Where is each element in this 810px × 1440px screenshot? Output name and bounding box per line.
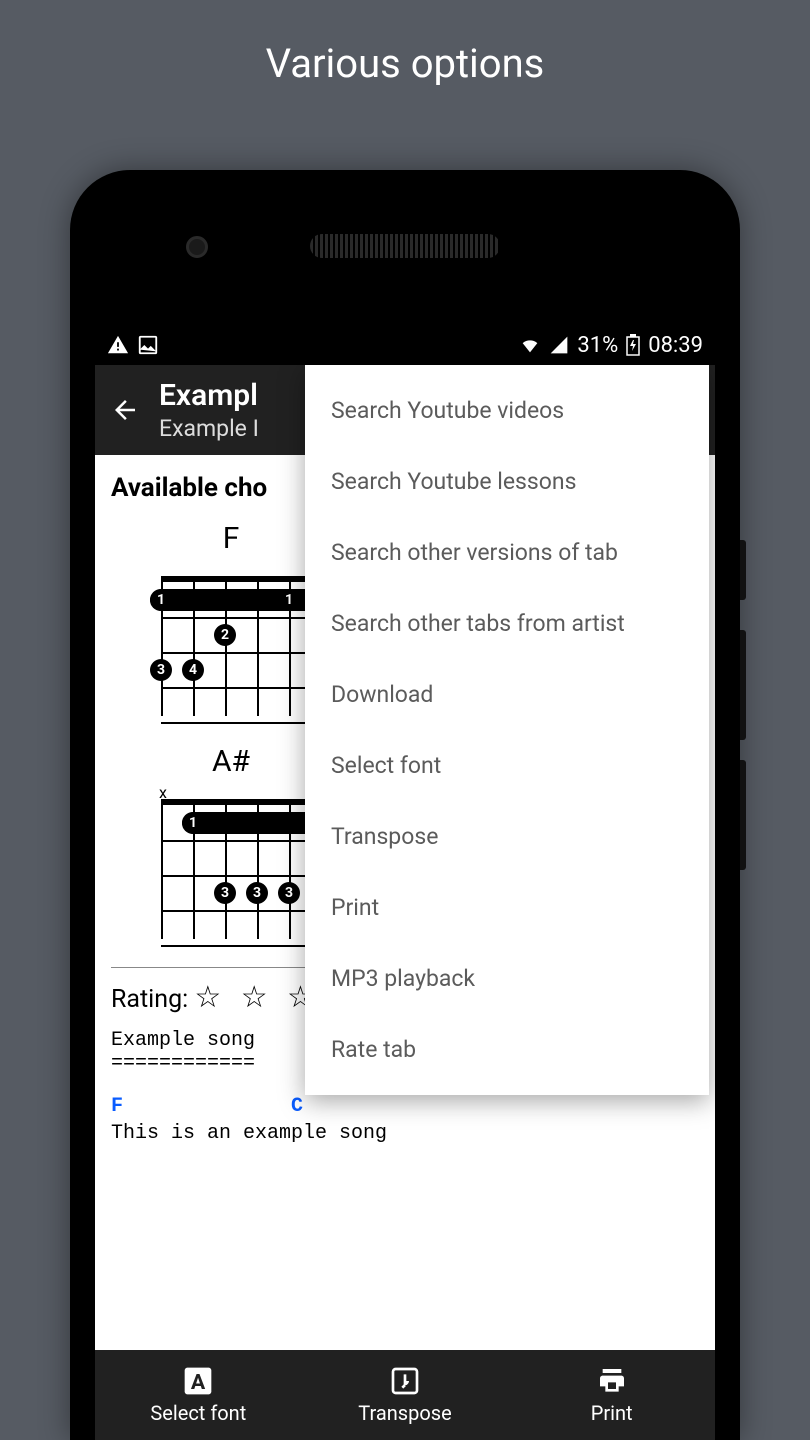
overflow-menu: Search Youtube videosSearch Youtube less… [305, 365, 709, 1095]
menu-item[interactable]: Rate tab [305, 1014, 709, 1085]
fret-dot: 3 [214, 882, 236, 904]
menu-item[interactable]: Print [305, 872, 709, 943]
fret-dot: 1 [278, 589, 300, 611]
menu-item[interactable]: MP3 playback [305, 943, 709, 1014]
menu-item[interactable]: Search other tabs from artist [305, 588, 709, 659]
promo-title: Various options [0, 0, 810, 87]
phone-side-button [740, 760, 746, 870]
font-icon: A [182, 1365, 214, 1397]
page-title: Exampl [159, 378, 259, 413]
fretboard: 111234 [161, 576, 321, 716]
wifi-icon [519, 334, 541, 356]
phone-frame: 31% 08:39 Exampl Example I Available cho… [70, 170, 740, 1440]
phone-speaker [310, 234, 500, 258]
status-bar: 31% 08:39 [95, 325, 715, 365]
page-subtitle: Example I [159, 415, 259, 442]
bottombar-select-font[interactable]: A Select font [95, 1350, 302, 1440]
back-arrow-icon [110, 395, 140, 425]
back-button[interactable] [105, 390, 145, 430]
transpose-icon [389, 1365, 421, 1397]
fret-dot: 2 [214, 624, 236, 646]
bottombar-print[interactable]: Print [508, 1350, 715, 1440]
bottom-bar: A Select font Transpose Print [95, 1350, 715, 1440]
menu-item[interactable]: Download [305, 659, 709, 730]
phone-side-button [740, 630, 746, 740]
chord-name: F [151, 521, 311, 556]
bottombar-item-label: Print [591, 1401, 633, 1425]
menu-item[interactable]: Select font [305, 730, 709, 801]
battery-percent: 31% [577, 333, 618, 358]
fret-dot: 4 [182, 659, 204, 681]
fret-dot: 3 [150, 659, 172, 681]
fret-dot: 3 [246, 882, 268, 904]
bottombar-item-label: Select font [150, 1401, 246, 1425]
rating-stars[interactable]: ☆ ☆ ☆ [194, 980, 320, 1015]
bottombar-transpose[interactable]: Transpose [302, 1350, 509, 1440]
tab-lyric-line: This is an example song [111, 1120, 699, 1147]
phone-camera [186, 236, 208, 258]
menu-item[interactable]: Transpose [305, 801, 709, 872]
menu-item[interactable]: Search other versions of tab [305, 517, 709, 588]
bottombar-item-label: Transpose [358, 1401, 451, 1425]
clock-time: 08:39 [648, 333, 703, 358]
menu-item[interactable]: Search Youtube videos [305, 375, 709, 446]
signal-icon [549, 335, 569, 355]
print-icon [596, 1365, 628, 1397]
fret-dot: 1 [182, 812, 204, 834]
phone-screen: 31% 08:39 Exampl Example I Available cho… [95, 325, 715, 1440]
fret-dot: 1 [150, 589, 172, 611]
menu-item[interactable]: Search Youtube lessons [305, 446, 709, 517]
svg-text:A: A [191, 1370, 206, 1395]
phone-side-button [740, 540, 746, 600]
rating-label: Rating: [111, 985, 188, 1014]
tab-chord-line: F C [111, 1093, 699, 1120]
image-icon [137, 334, 159, 356]
battery-icon [626, 334, 640, 356]
chord-name: A# [151, 744, 311, 779]
fret-dot: 3 [278, 882, 300, 904]
fretboard: 11333 [161, 799, 321, 939]
warning-icon [107, 334, 129, 356]
